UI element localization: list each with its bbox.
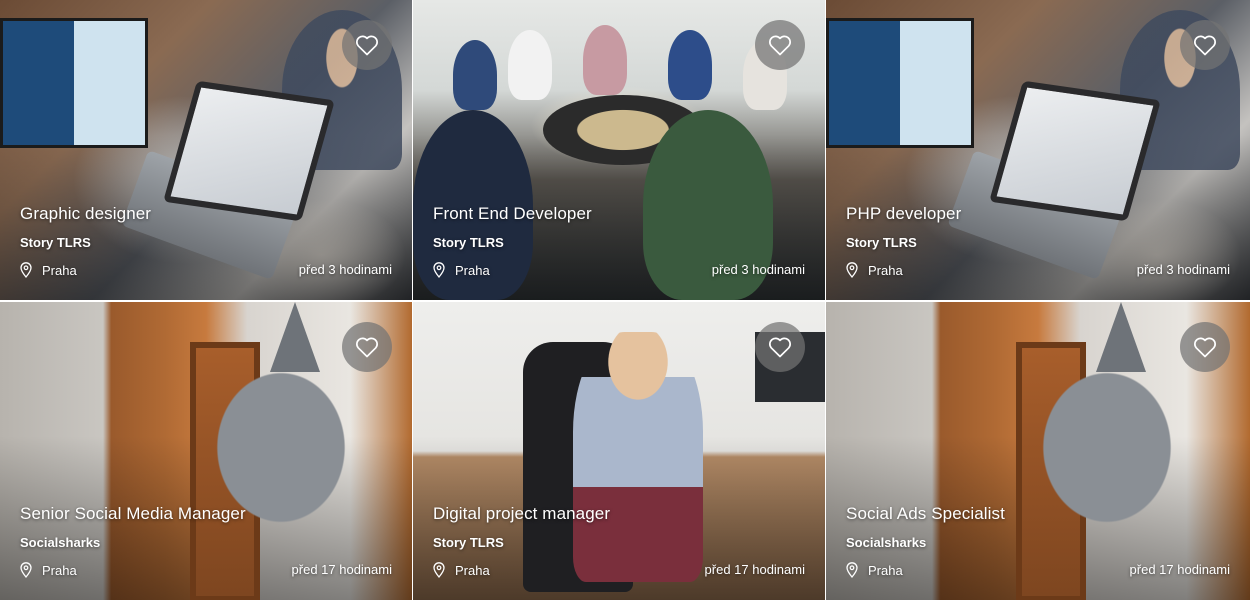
company-name: Socialsharks xyxy=(20,535,101,550)
job-info: Graphic designer Story TLRS Praha před 3… xyxy=(20,200,392,300)
job-location: Praha xyxy=(20,262,77,278)
heart-outline-icon xyxy=(356,337,378,358)
location-label: Praha xyxy=(42,262,77,278)
job-title[interactable]: Social Ads Specialist xyxy=(846,504,1005,524)
job-info: Front End Developer Story TLRS Praha pře… xyxy=(433,200,805,300)
job-info: Digital project manager Story TLRS Praha… xyxy=(433,500,805,600)
company-name: Story TLRS xyxy=(846,235,917,250)
heart-outline-icon xyxy=(769,337,791,358)
map-pin-icon xyxy=(20,262,32,278)
job-location: Praha xyxy=(433,562,490,578)
posted-time: před 17 hodinami xyxy=(1129,562,1230,577)
favorite-button[interactable] xyxy=(755,322,805,372)
favorite-button[interactable] xyxy=(1180,20,1230,70)
job-card[interactable]: Digital project manager Story TLRS Praha… xyxy=(413,302,825,600)
posted-time: před 3 hodinami xyxy=(298,262,392,277)
map-pin-icon xyxy=(846,262,858,278)
job-card[interactable]: Senior Social Media Manager Socialsharks… xyxy=(0,302,412,600)
company-name: Story TLRS xyxy=(20,235,91,250)
map-pin-icon xyxy=(433,562,445,578)
job-card[interactable]: PHP developer Story TLRS Praha před 3 ho… xyxy=(826,0,1250,300)
heart-outline-icon xyxy=(356,35,378,56)
job-info: Senior Social Media Manager Socialsharks… xyxy=(20,500,392,600)
job-card[interactable]: Front End Developer Story TLRS Praha pře… xyxy=(413,0,825,300)
job-title[interactable]: Graphic designer xyxy=(20,204,151,224)
location-label: Praha xyxy=(868,262,903,278)
heart-outline-icon xyxy=(1194,337,1216,358)
job-location: Praha xyxy=(846,562,903,578)
posted-time: před 3 hodinami xyxy=(1136,262,1230,277)
map-pin-icon xyxy=(20,562,32,578)
job-card-grid: Graphic designer Story TLRS Praha před 3… xyxy=(0,0,1250,600)
job-location: Praha xyxy=(846,262,903,278)
posted-time: před 17 hodinami xyxy=(704,562,805,577)
posted-time: před 3 hodinami xyxy=(711,262,805,277)
favorite-button[interactable] xyxy=(342,20,392,70)
job-location: Praha xyxy=(20,562,77,578)
job-info: Social Ads Specialist Socialsharks Praha… xyxy=(846,500,1230,600)
location-label: Praha xyxy=(455,562,490,578)
company-name: Socialsharks xyxy=(846,535,927,550)
location-label: Praha xyxy=(868,562,903,578)
job-info: PHP developer Story TLRS Praha před 3 ho… xyxy=(846,200,1230,300)
map-pin-icon xyxy=(846,562,858,578)
job-location: Praha xyxy=(433,262,490,278)
posted-time: před 17 hodinami xyxy=(291,562,392,577)
map-pin-icon xyxy=(433,262,445,278)
favorite-button[interactable] xyxy=(755,20,805,70)
job-card[interactable]: Social Ads Specialist Socialsharks Praha… xyxy=(826,302,1250,600)
favorite-button[interactable] xyxy=(342,322,392,372)
favorite-button[interactable] xyxy=(1180,322,1230,372)
location-label: Praha xyxy=(42,562,77,578)
job-title[interactable]: PHP developer xyxy=(846,204,961,224)
job-title[interactable]: Digital project manager xyxy=(433,504,610,524)
job-title[interactable]: Senior Social Media Manager xyxy=(20,504,246,524)
company-name: Story TLRS xyxy=(433,535,504,550)
location-label: Praha xyxy=(455,262,490,278)
job-title[interactable]: Front End Developer xyxy=(433,204,592,224)
job-card[interactable]: Graphic designer Story TLRS Praha před 3… xyxy=(0,0,412,300)
company-name: Story TLRS xyxy=(433,235,504,250)
heart-outline-icon xyxy=(769,35,791,56)
heart-outline-icon xyxy=(1194,35,1216,56)
